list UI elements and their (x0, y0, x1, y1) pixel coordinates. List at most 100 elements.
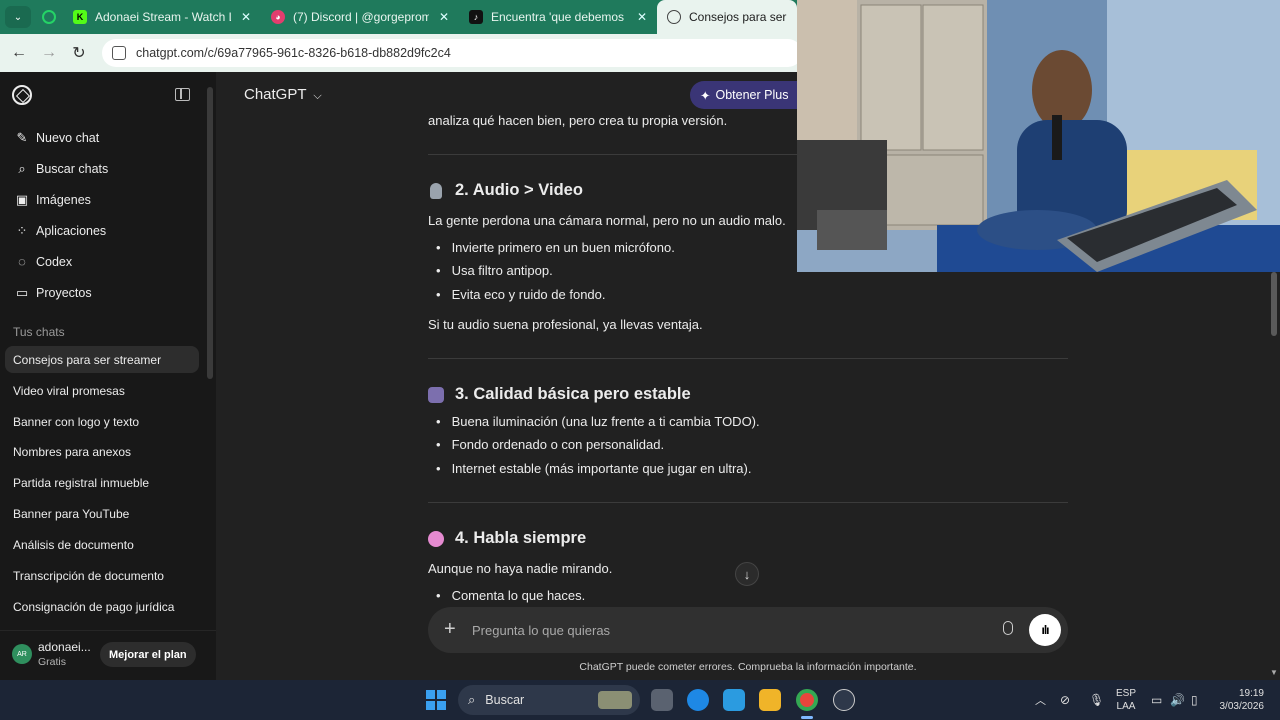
section-heading: 4. Habla siempre (428, 529, 586, 548)
sidebar-item-label: Proyectos (36, 286, 92, 300)
chat-item[interactable]: Banner con logo y texto (13, 415, 139, 429)
chevron-down-icon: ⌵ (313, 90, 322, 102)
tab-discord[interactable]: ◕ (7) Discord | @gorgepromoter ✕ (261, 0, 459, 34)
edge-icon[interactable] (687, 689, 709, 711)
sidebar-item-new-chat[interactable]: ✎ Nuevo chat (14, 130, 100, 146)
tiktok-icon: ♪ (469, 10, 483, 24)
sidebar-item-label: Buscar chats (36, 162, 109, 176)
network-off-icon[interactable]: ⊘ (1060, 680, 1070, 720)
sidebar-item-apps[interactable]: ⁘ Aplicaciones (14, 223, 107, 239)
chrome-icon[interactable] (796, 689, 818, 711)
microphone-tray-icon[interactable]: 🎙 (1089, 680, 1104, 720)
chat-item[interactable]: Transcripción de documento (13, 569, 164, 583)
close-tab-icon[interactable]: ✕ (439, 10, 449, 24)
list-item: Invierte primero en un buen micrófono. (436, 240, 675, 255)
show-hidden-icons-chevron-icon[interactable]: ︿ (1035, 680, 1046, 720)
display-icon[interactable]: ▭ (1151, 680, 1162, 720)
sparkle-icon: ✦ (700, 88, 711, 103)
composer: + ılı (428, 607, 1068, 653)
language-top: ESP (1116, 688, 1137, 699)
user-plan: Gratis (38, 656, 67, 668)
chat-item[interactable]: Nombres para anexos (13, 445, 131, 459)
user-name: adonaei... (38, 640, 91, 654)
prompt-input[interactable] (472, 621, 952, 639)
divider (428, 502, 1068, 503)
search-icon: ⌕ (18, 161, 26, 176)
store-icon[interactable] (723, 689, 745, 711)
paragraph: Si tu audio suena profesional, ya llevas… (428, 317, 703, 332)
sidebar-item-label: Aplicaciones (36, 224, 107, 238)
list-item: Internet estable (más importante que jug… (436, 461, 752, 476)
sidebar-item-images[interactable]: ▣ Imágenes (14, 192, 91, 208)
list-item: Fondo ordenado o con personalidad. (436, 437, 665, 452)
reload-icon[interactable]: ↻ (64, 43, 94, 63)
list-item: Comenta lo que haces. (436, 588, 586, 603)
new-chat-icon: ✎ (16, 130, 28, 145)
upgrade-plan-button[interactable]: Mejorar el plan (100, 642, 196, 667)
close-tab-icon[interactable]: ✕ (241, 10, 251, 24)
codex-icon: ◌ (18, 254, 26, 269)
whatsapp-pinned-tab[interactable] (37, 0, 61, 34)
battery-icon[interactable]: ▯ (1191, 680, 1198, 720)
webcam-video-image (797, 0, 1280, 272)
chat-item[interactable]: Análisis de documento (13, 538, 134, 552)
scroll-down-small-arrow-icon[interactable]: ▼ (1270, 668, 1278, 677)
tab-title: Adonaei Stream - Watch Live o (95, 10, 231, 24)
site-info-icon[interactable] (112, 46, 126, 60)
back-arrow-icon[interactable]: ← (4, 44, 34, 62)
kick-icon: K (73, 10, 87, 24)
sidebar: ✎ Nuevo chat ⌕ Buscar chats ▣ Imágenes ⁘… (0, 72, 216, 680)
discord-icon: ◕ (271, 10, 285, 24)
address-bar[interactable]: chatgpt.com/c/69a77965-961c-8326-b618-db… (102, 39, 802, 67)
volume-icon[interactable]: 🔊 (1170, 680, 1185, 720)
tab-chatgpt-active[interactable]: Consejos para ser strea (657, 0, 797, 34)
main-scrollbar[interactable] (1271, 272, 1277, 336)
sidebar-item-projects[interactable]: ▭ Proyectos (14, 285, 92, 301)
search-highlight-image (598, 691, 632, 709)
section-heading: 3. Calidad básica pero estable (428, 385, 691, 404)
clock[interactable]: 19:19 3/03/2026 (1212, 680, 1265, 720)
windows-start-icon[interactable] (426, 690, 446, 710)
tab-search-button[interactable]: ⌄ (5, 6, 31, 28)
plus-icon[interactable]: + (444, 618, 456, 640)
paragraph: Aunque no haya nadie mirando. (428, 561, 613, 576)
images-icon: ▣ (15, 192, 29, 207)
obs-icon[interactable] (833, 689, 855, 711)
forward-arrow-icon[interactable]: → (34, 44, 64, 62)
chat-item[interactable]: Banner para YouTube (13, 507, 129, 521)
taskbar-search[interactable]: ⌕ Buscar (458, 685, 640, 715)
chatgpt-tab-icon (667, 10, 681, 24)
model-selector[interactable]: ChatGPT ⌵ (244, 86, 322, 103)
tab-title: (7) Discord | @gorgepromoter (293, 10, 429, 24)
list-item: Buena iluminación (una luz frente a ti c… (436, 414, 760, 429)
task-view-icon[interactable] (651, 689, 673, 711)
voice-mode-button[interactable]: ılı (1029, 614, 1061, 646)
whatsapp-icon (42, 10, 56, 24)
close-tab-icon[interactable]: ✕ (637, 10, 647, 24)
tab-title: Encuentra 'que debemos hacer (491, 10, 627, 24)
camera-icon (428, 386, 444, 403)
model-name: ChatGPT (244, 86, 307, 103)
file-explorer-icon[interactable] (759, 689, 781, 711)
scroll-down-arrow-icon[interactable]: ↓ (735, 562, 759, 586)
paragraph: analiza qué hacen bien, pero crea tu pro… (428, 113, 728, 128)
chat-item[interactable]: Video viral promesas (13, 384, 125, 398)
tab-tiktok[interactable]: ♪ Encuentra 'que debemos hacer ✕ (459, 0, 657, 34)
microphone-icon[interactable] (1003, 621, 1013, 635)
sidebar-scrollbar[interactable] (207, 87, 213, 379)
sidebar-item-label: Nuevo chat (36, 131, 100, 145)
chatgpt-logo-icon[interactable] (12, 85, 32, 105)
avatar[interactable]: AR (12, 644, 32, 664)
section-heading-text: 2. Audio > Video (455, 181, 583, 199)
user-profile[interactable]: AR adonaei... Gratis Mejorar el plan (0, 630, 216, 680)
chat-item[interactable]: Partida registral inmueble (13, 476, 149, 490)
chat-item[interactable]: Consejos para ser streamer (13, 353, 161, 367)
list-item: Usa filtro antipop. (436, 263, 553, 278)
sidebar-item-search-chats[interactable]: ⌕ Buscar chats (14, 161, 108, 177)
tab-kick[interactable]: K Adonaei Stream - Watch Live o ✕ (63, 0, 261, 34)
sidebar-item-codex[interactable]: ◌ Codex (14, 254, 72, 269)
language-indicator[interactable]: ESP LAA (1116, 680, 1136, 720)
close-sidebar-icon[interactable] (175, 88, 190, 101)
url-text: chatgpt.com/c/69a77965-961c-8326-b618-db… (136, 46, 451, 60)
chat-item[interactable]: Consignación de pago jurídica (13, 600, 174, 614)
